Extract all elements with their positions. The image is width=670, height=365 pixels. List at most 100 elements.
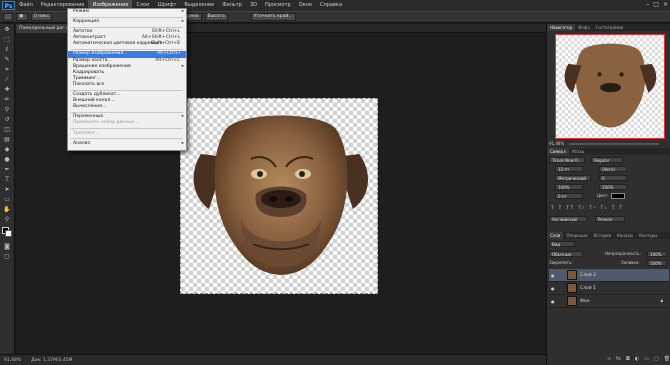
menu-separator — [71, 128, 183, 129]
visibility-eye-icon[interactable]: ● — [551, 273, 556, 278]
refine-edge-button[interactable]: Уточнить край... — [250, 13, 296, 21]
visibility-eye-icon[interactable]: ● — [551, 286, 556, 291]
tab-history[interactable]: История — [591, 232, 615, 239]
kerning-select[interactable]: Метрический — [555, 175, 591, 181]
menu-item-label: Показать все — [73, 81, 105, 87]
zoom-tool-icon[interactable]: ⚲ — [2, 216, 13, 224]
dog-image — [193, 115, 369, 275]
layer-name: Слой 1 — [580, 285, 596, 291]
healing-tool-icon[interactable]: ✚ — [2, 86, 13, 94]
menu-9[interactable]: Окно — [295, 0, 316, 11]
minimize-button[interactable]: – — [646, 1, 649, 8]
close-button[interactable]: × — [663, 1, 668, 8]
menu-item-label: Автотон — [73, 29, 93, 35]
baseline-shift-field[interactable]: 0 пт — [555, 193, 583, 199]
link-layers-icon[interactable]: ∞ — [607, 356, 611, 362]
add-mask-icon[interactable]: ◘ — [626, 356, 630, 362]
new-layer-icon[interactable]: ▢ — [654, 356, 659, 362]
tab-histogram[interactable]: Гистограмма — [593, 24, 627, 31]
menu-item-label: Автоконтраст — [73, 35, 106, 41]
marquee-tool-icon[interactable]: ⬚ — [2, 36, 13, 44]
hand-tool-icon[interactable]: ✋ — [2, 206, 13, 214]
layer-row-layer2[interactable]: ● Слой 2 — [549, 269, 669, 282]
antialias-select[interactable]: Резкое — [595, 216, 625, 222]
menu-item[interactable]: Режим ▸ — [68, 9, 186, 15]
fill-field[interactable]: 100% — [647, 260, 667, 266]
menu-item[interactable]: Коррекция ▸ — [68, 19, 186, 25]
tool-preset-icon[interactable]: ⬚ — [3, 13, 13, 21]
font-family-select[interactable]: Times New R... — [549, 157, 585, 163]
new-group-icon[interactable]: ▭ — [644, 356, 649, 362]
blend-mode-select[interactable]: Обычные — [549, 251, 583, 257]
lock-label: Закрепить: — [549, 260, 573, 265]
eyedropper-tool-icon[interactable]: ⁄ — [2, 76, 13, 84]
layer-style-icon[interactable]: fx — [616, 356, 621, 362]
blur-tool-icon[interactable]: ◆ — [2, 146, 13, 154]
menu-item[interactable]: Показать все — [68, 82, 186, 88]
tab-info[interactable]: Инфо — [575, 24, 592, 31]
maximize-button[interactable]: □ — [653, 1, 659, 8]
navigator-thumbnail — [564, 43, 657, 128]
move-tool-icon[interactable]: ✥ — [2, 26, 13, 34]
leading-field[interactable]: (Авто) — [599, 166, 627, 172]
background-color-swatch[interactable] — [5, 230, 12, 237]
clone-stamp-tool-icon[interactable]: ⚲ — [2, 106, 13, 114]
font-style-select[interactable]: Regular — [591, 157, 623, 163]
text-color-swatch[interactable] — [611, 193, 625, 199]
tab-channels[interactable]: Каналы — [614, 232, 636, 239]
navigator-zoom[interactable]: 91,48% — [549, 140, 564, 147]
quick-select-tool-icon[interactable]: ✎ — [2, 56, 13, 64]
menu-item-label: Треппинг... — [73, 130, 100, 136]
brush-tool-icon[interactable]: ✏ — [2, 96, 13, 104]
opacity-field[interactable]: 100% — [647, 251, 667, 257]
layer-filter-select[interactable]: Вид — [549, 241, 575, 247]
menu-0[interactable]: Файл — [15, 0, 37, 11]
gradient-tool-icon[interactable]: ▤ — [2, 136, 13, 144]
font-size-field[interactable]: 12 пт — [555, 166, 583, 172]
screen-mode-icon[interactable]: ▢ — [2, 253, 13, 261]
type-style-buttons[interactable]: T T TT Tr T¹ T₁ T T — [551, 204, 624, 211]
feather-field[interactable]: 0 пикс — [31, 13, 53, 21]
menu-item[interactable]: Анализ ▸ — [68, 141, 186, 147]
navigator-preview[interactable] — [555, 34, 665, 139]
menu-6[interactable]: Фильтр — [218, 0, 246, 11]
document-canvas[interactable] — [180, 98, 378, 294]
tab-actions[interactable]: Операции — [563, 232, 590, 239]
menu-item[interactable]: Автоматическая цветовая коррекция Shift+C… — [68, 41, 186, 47]
menu-item-label: Анализ — [73, 140, 90, 146]
fill-label: Заливка: — [621, 260, 640, 265]
tab-navigator[interactable]: Навигатор — [547, 24, 576, 31]
vertical-scale-field[interactable]: 100% — [555, 184, 583, 190]
lasso-tool-icon[interactable]: ℓ — [2, 46, 13, 54]
crop-tool-icon[interactable]: ⌗ — [2, 66, 13, 74]
layer-row-background[interactable]: ● Фон 🔒︎ — [549, 295, 669, 308]
menu-10[interactable]: Справка — [316, 0, 346, 11]
tracking-field[interactable]: 0 — [599, 175, 627, 181]
zoom-readout[interactable]: 91,48% — [4, 358, 21, 363]
shape-tool-icon[interactable]: ▭ — [2, 196, 13, 204]
layer-name: Фон — [580, 298, 590, 304]
selection-mode-icon[interactable]: ▣ — [16, 13, 28, 21]
tab-paragraph[interactable]: Абзац — [569, 148, 588, 155]
navigator-zoom-slider[interactable] — [569, 143, 659, 145]
eraser-tool-icon[interactable]: ◫ — [2, 126, 13, 134]
history-brush-tool-icon[interactable]: ↺ — [2, 116, 13, 124]
tab-paths[interactable]: Контуры — [636, 232, 660, 239]
horizontal-scale-field[interactable]: 100% — [599, 184, 627, 190]
pen-tool-icon[interactable]: ✒ — [2, 166, 13, 174]
height-field[interactable]: Высота — [204, 13, 228, 21]
delete-layer-icon[interactable]: 🗑︎ — [664, 356, 670, 362]
menu-7[interactable]: 3D — [246, 0, 261, 11]
layer-row-layer1[interactable]: ● Слой 1 — [549, 282, 669, 295]
language-select[interactable]: Английский — [549, 216, 587, 222]
tab-layers[interactable]: Слои — [547, 232, 564, 239]
visibility-eye-icon[interactable]: ● — [551, 299, 556, 304]
type-tool-icon[interactable]: T — [2, 176, 13, 184]
menu-8[interactable]: Просмотр — [261, 0, 295, 11]
path-select-tool-icon[interactable]: ➤ — [2, 186, 13, 194]
tab-character[interactable]: Символ — [547, 148, 569, 155]
adjustment-layer-icon[interactable]: ◐ — [635, 356, 639, 362]
menu-item[interactable]: Вычисления... — [68, 104, 186, 110]
dodge-tool-icon[interactable]: ● — [2, 156, 13, 164]
quick-mask-icon[interactable]: ◙ — [2, 243, 13, 251]
